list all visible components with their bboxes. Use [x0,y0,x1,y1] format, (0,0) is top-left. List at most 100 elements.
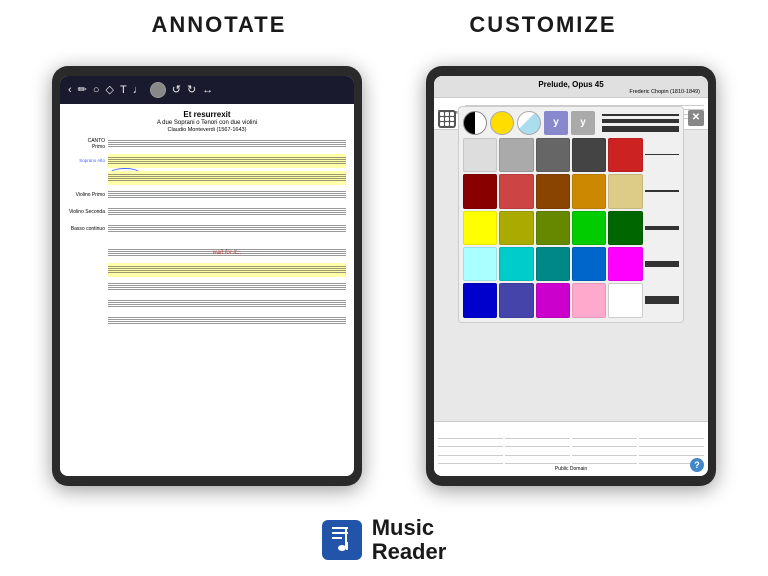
color-circle-yellow[interactable] [490,111,514,135]
grid-dot [445,122,449,126]
staff-soprano [108,154,346,168]
staff-violino1 [108,188,346,202]
annotate-heading: ANNOTATE [151,12,286,38]
color-indigo[interactable] [499,283,533,317]
redo-icon[interactable]: ↻ [187,83,196,96]
grid-dot [440,112,444,116]
color-olive[interactable] [536,211,570,245]
line-cell-4[interactable] [645,247,679,281]
customize-screen: Prelude, Opus 45 Frederic Chopin (1810-1… [434,76,708,476]
score-area: Et resurrexit A due Soprani o Tenori con… [60,104,354,476]
violino-primo-line: Violino Primo [68,188,346,202]
footer: Music Reader [322,506,447,576]
color-teal[interactable] [536,247,570,281]
staff-soprano2 [108,171,346,185]
color-lgray[interactable] [499,138,533,172]
highlight-line3 [68,297,346,311]
color-cyan[interactable] [499,247,533,281]
color-circle[interactable] [150,82,166,98]
staff-hl3 [108,297,346,311]
part-label-soprano: Soprano Alto [68,158,108,163]
y-button-2[interactable]: y [571,111,595,135]
y-button-1[interactable]: y [544,111,568,135]
line-bar-4 [645,261,679,267]
line-cell-1[interactable] [645,138,679,172]
color-ltcyan[interactable] [463,247,497,281]
line-cell-2[interactable] [645,174,679,208]
palette-special-row: y y [463,111,679,135]
color-darkred[interactable] [463,174,497,208]
staff-hl1 [108,263,346,277]
pencil-icon[interactable]: ✏ [78,83,87,96]
grid-dot [445,117,449,121]
pen-icon[interactable]: ○ [93,84,100,96]
staff-basso [108,222,346,236]
color-red[interactable] [608,138,642,172]
highlight-line2 [68,280,346,294]
color-yellow[interactable] [463,211,497,245]
color-dkgreen[interactable] [608,211,642,245]
soprano-alto-line: Soprano Alto [68,154,346,168]
color-dgray[interactable] [572,138,606,172]
part-label-basso: Basso continuo [68,226,108,232]
color-pink[interactable] [572,283,606,317]
color-white2[interactable] [608,283,642,317]
color-grid [463,138,679,318]
grid-dot [450,112,454,116]
part-label-violino2: Violino Seconda [68,209,108,215]
grid-dot [440,122,444,126]
color-dkyellow[interactable] [499,211,533,245]
annotate-tablet: ‹ ✏ ○ ◇ T ♩ ↺ ↻ ↔ Et resurrexit A due So… [52,66,362,486]
color-dkblue[interactable] [463,283,497,317]
highlight-line1 [68,263,346,277]
part-label-violino1: Violino Primo [68,192,108,198]
close-button[interactable]: ✕ [688,110,704,126]
wait-line1: wait for it... [68,246,346,260]
line-bar-2 [645,190,679,192]
color-orange[interactable] [572,174,606,208]
line-bar-5 [645,296,679,304]
line-medium [602,119,679,123]
line-samples [598,114,679,132]
bottom-staff-2 [505,434,570,464]
highlight-icon[interactable]: ◇ [106,83,114,96]
staff-hl4 [108,314,346,328]
color-mgray[interactable] [536,138,570,172]
grid-dot [445,112,449,116]
violino-seconda-line: Violino Seconda [68,205,346,219]
line-thin [602,114,679,116]
line-cell-5[interactable] [645,283,679,317]
color-cream[interactable] [608,174,642,208]
color-white[interactable] [463,138,497,172]
color-dkpurple[interactable] [536,283,570,317]
staff-violino2 [108,205,346,219]
logo-name-1: Music [372,516,447,540]
color-brown[interactable] [536,174,570,208]
arrows-icon[interactable]: ↔ [202,84,213,96]
grid-icon[interactable] [438,110,456,128]
help-button[interactable]: ? [690,458,704,472]
back-icon[interactable]: ‹ [68,84,72,96]
annotate-screen: ‹ ✏ ○ ◇ T ♩ ↺ ↻ ↔ Et resurrexit A due So… [60,76,354,476]
bottom-staff-1 [438,434,503,464]
color-green[interactable] [572,211,606,245]
customize-composer: Frederic Chopin (1810-1849) [442,89,700,95]
line-cell-3[interactable] [645,211,679,245]
text-icon[interactable]: T [120,84,127,96]
undo-icon[interactable]: ↺ [172,83,181,96]
staff-canto [108,137,346,151]
color-rose[interactable] [499,174,533,208]
grid-dot [450,117,454,121]
logo-svg [329,525,355,555]
color-magenta[interactable] [608,247,642,281]
color-blue[interactable] [572,247,606,281]
color-circle-bw[interactable] [463,111,487,135]
customize-tablet: Prelude, Opus 45 Frederic Chopin (1810-1… [426,66,716,486]
music-icon[interactable]: ♩ [133,84,144,96]
logo-name-2: Reader [372,540,447,564]
color-circle-lightblue[interactable] [517,111,541,135]
line-bar-3 [645,226,679,230]
staff-hl2 [108,280,346,294]
score-title: Et resurrexit [68,110,346,119]
grid-dot [450,122,454,126]
